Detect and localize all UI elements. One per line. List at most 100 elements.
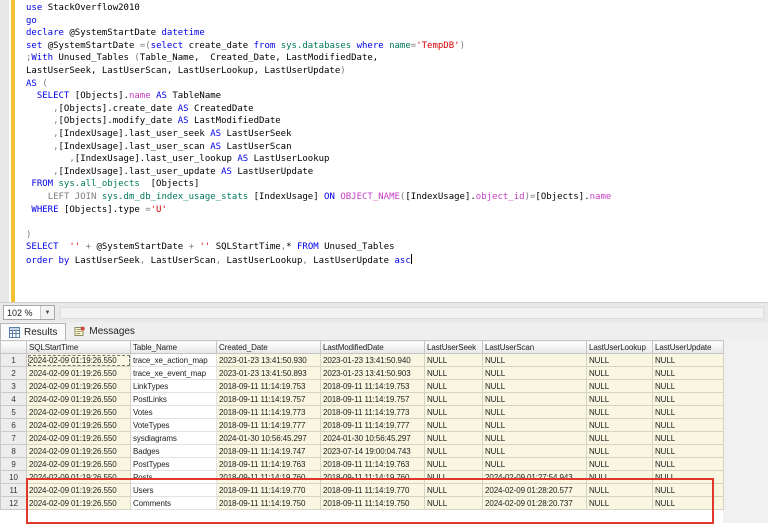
- grid-cell[interactable]: NULL: [653, 497, 724, 510]
- grid-cell[interactable]: NULL: [425, 419, 483, 432]
- grid-cell[interactable]: NULL: [425, 406, 483, 419]
- grid-cell[interactable]: 2023-01-23 13:41:50.893: [217, 367, 321, 380]
- grid-cell[interactable]: Comments: [131, 497, 217, 510]
- grid-cell[interactable]: 2018-09-11 11:14:19.773: [217, 406, 321, 419]
- grid-cell[interactable]: 2024-02-09 01:19:26.550: [27, 419, 131, 432]
- grid-cell[interactable]: 2023-07-14 19:00:04.743: [321, 445, 425, 458]
- grid-cell[interactable]: NULL: [483, 354, 587, 367]
- grid-cell[interactable]: NULL: [587, 445, 653, 458]
- grid-cell[interactable]: NULL: [425, 458, 483, 471]
- grid-cell[interactable]: NULL: [425, 354, 483, 367]
- grid-cell[interactable]: NULL: [425, 471, 483, 484]
- grid-cell[interactable]: 2024-02-09 01:19:26.550: [27, 367, 131, 380]
- grid-cell[interactable]: 2024-02-09 01:19:26.550: [27, 432, 131, 445]
- row-number[interactable]: 10: [1, 471, 27, 484]
- row-number[interactable]: 1: [1, 354, 27, 367]
- grid-cell[interactable]: 2018-09-11 11:14:19.750: [321, 497, 425, 510]
- grid-cell[interactable]: LinkTypes: [131, 380, 217, 393]
- sql-editor[interactable]: use StackOverflow2010godeclare @SystemSt…: [0, 0, 768, 302]
- grid-cell[interactable]: NULL: [653, 484, 724, 497]
- grid-cell[interactable]: Votes: [131, 406, 217, 419]
- grid-cell[interactable]: 2024-02-09 01:19:26.550: [27, 406, 131, 419]
- grid-cell[interactable]: NULL: [425, 445, 483, 458]
- grid-cell[interactable]: NULL: [425, 393, 483, 406]
- grid-cell[interactable]: 2023-01-23 13:41:50.940: [321, 354, 425, 367]
- grid-cell[interactable]: 2018-09-11 11:14:19.757: [321, 393, 425, 406]
- row-number[interactable]: 6: [1, 419, 27, 432]
- row-number[interactable]: 12: [1, 497, 27, 510]
- grid-cell[interactable]: 2023-01-23 13:41:50.903: [321, 367, 425, 380]
- grid-cell[interactable]: 2018-09-11 11:14:19.757: [217, 393, 321, 406]
- column-header[interactable]: LastUserScan: [483, 341, 587, 354]
- grid-cell[interactable]: 2018-09-11 11:14:19.777: [217, 419, 321, 432]
- grid-cell[interactable]: NULL: [653, 432, 724, 445]
- row-number[interactable]: 11: [1, 484, 27, 497]
- row-number[interactable]: 9: [1, 458, 27, 471]
- grid-cell[interactable]: NULL: [587, 354, 653, 367]
- grid-cell[interactable]: 2023-01-23 13:41:50.930: [217, 354, 321, 367]
- grid-cell[interactable]: NULL: [483, 393, 587, 406]
- grid-cell[interactable]: NULL: [483, 419, 587, 432]
- grid-cell[interactable]: NULL: [587, 484, 653, 497]
- grid-cell[interactable]: 2018-09-11 11:14:19.763: [217, 458, 321, 471]
- grid-cell[interactable]: 2024-02-09 01:19:26.550: [27, 484, 131, 497]
- grid-cell[interactable]: 2024-02-09 01:19:26.550: [27, 445, 131, 458]
- grid-cell[interactable]: 2024-02-09 01:28:20.577: [483, 484, 587, 497]
- grid-cell[interactable]: NULL: [425, 484, 483, 497]
- grid-cell[interactable]: NULL: [653, 471, 724, 484]
- grid-cell[interactable]: NULL: [587, 406, 653, 419]
- row-number[interactable]: 7: [1, 432, 27, 445]
- zoom-level-dropdown[interactable]: 102 % ▼: [3, 305, 55, 320]
- column-header[interactable]: SQLStartTime: [27, 341, 131, 354]
- grid-cell[interactable]: NULL: [425, 497, 483, 510]
- grid-cell[interactable]: NULL: [653, 367, 724, 380]
- grid-corner-cell[interactable]: [1, 341, 27, 354]
- column-header[interactable]: LastUserLookup: [587, 341, 653, 354]
- row-number[interactable]: 4: [1, 393, 27, 406]
- grid-cell[interactable]: PostLinks: [131, 393, 217, 406]
- grid-cell[interactable]: 2024-02-09 01:19:26.550: [27, 380, 131, 393]
- grid-cell[interactable]: 2018-09-11 11:14:19.760: [217, 471, 321, 484]
- grid-cell[interactable]: NULL: [587, 380, 653, 393]
- column-header[interactable]: LastUserUpdate: [653, 341, 724, 354]
- grid-cell[interactable]: trace_xe_action_map: [131, 354, 217, 367]
- grid-cell[interactable]: sysdiagrams: [131, 432, 217, 445]
- grid-cell[interactable]: NULL: [483, 432, 587, 445]
- grid-cell[interactable]: 2024-02-09 01:19:26.550: [27, 471, 131, 484]
- row-number[interactable]: 3: [1, 380, 27, 393]
- grid-cell[interactable]: VoteTypes: [131, 419, 217, 432]
- grid-cell[interactable]: 2018-09-11 11:14:19.773: [321, 406, 425, 419]
- grid-cell[interactable]: 2024-02-09 01:27:54.943: [483, 471, 587, 484]
- grid-cell[interactable]: NULL: [483, 367, 587, 380]
- grid-cell[interactable]: NULL: [653, 406, 724, 419]
- grid-cell[interactable]: Posts: [131, 471, 217, 484]
- grid-cell[interactable]: NULL: [653, 380, 724, 393]
- grid-cell[interactable]: NULL: [483, 445, 587, 458]
- grid-cell[interactable]: NULL: [653, 354, 724, 367]
- grid-cell[interactable]: 2018-09-11 11:14:19.770: [217, 484, 321, 497]
- grid-cell[interactable]: NULL: [483, 380, 587, 393]
- grid-cell[interactable]: 2024-02-09 01:19:26.550: [27, 458, 131, 471]
- grid-cell[interactable]: 2018-09-11 11:14:19.760: [321, 471, 425, 484]
- column-header[interactable]: Created_Date: [217, 341, 321, 354]
- grid-cell[interactable]: Users: [131, 484, 217, 497]
- grid-cell[interactable]: NULL: [587, 458, 653, 471]
- grid-cell[interactable]: 2018-09-11 11:14:19.763: [321, 458, 425, 471]
- grid-cell[interactable]: NULL: [653, 458, 724, 471]
- horizontal-scrollbar[interactable]: [60, 307, 764, 319]
- chevron-down-icon[interactable]: ▼: [40, 306, 54, 319]
- grid-cell[interactable]: NULL: [425, 367, 483, 380]
- grid-cell[interactable]: 2024-01-30 10:56:45.297: [217, 432, 321, 445]
- grid-cell[interactable]: 2018-09-11 11:14:19.753: [321, 380, 425, 393]
- column-header[interactable]: LastUserSeek: [425, 341, 483, 354]
- column-header[interactable]: LastModifiedDate: [321, 341, 425, 354]
- grid-cell[interactable]: 2018-09-11 11:14:19.747: [217, 445, 321, 458]
- sql-editor-code[interactable]: use StackOverflow2010godeclare @SystemSt…: [26, 2, 768, 266]
- grid-cell[interactable]: NULL: [425, 380, 483, 393]
- grid-cell[interactable]: NULL: [587, 497, 653, 510]
- grid-cell[interactable]: 2024-02-09 01:19:26.550: [27, 497, 131, 510]
- grid-cell[interactable]: Badges: [131, 445, 217, 458]
- row-number[interactable]: 8: [1, 445, 27, 458]
- grid-cell[interactable]: 2018-09-11 11:14:19.753: [217, 380, 321, 393]
- grid-cell[interactable]: NULL: [587, 393, 653, 406]
